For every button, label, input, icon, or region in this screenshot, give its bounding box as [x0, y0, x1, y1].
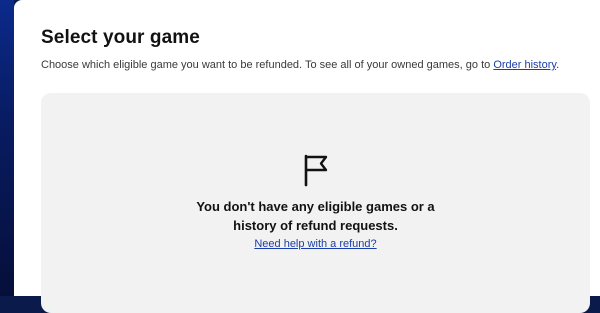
empty-state-card: You don't have any eligible games or a h…	[41, 93, 590, 313]
flag-icon	[304, 154, 328, 187]
empty-message-line-1: You don't have any eligible games or a	[196, 199, 435, 214]
page-title: Select your game	[41, 27, 200, 48]
empty-state-message: You don't have any eligible games or a h…	[41, 197, 590, 235]
order-history-link[interactable]: Order history	[493, 59, 556, 71]
help-link-wrapper: Need help with a refund?	[41, 238, 590, 250]
page-subtitle: Choose which eligible game you want to b…	[41, 59, 559, 71]
page-backdrop	[0, 0, 14, 296]
subtitle-period: .	[556, 59, 560, 71]
refund-help-link[interactable]: Need help with a refund?	[254, 238, 376, 250]
subtitle-text: Choose which eligible game you want to b…	[41, 59, 494, 71]
empty-message-line-2: history of refund requests.	[233, 218, 398, 233]
refund-panel: Select your game Choose which eligible g…	[14, 0, 600, 313]
